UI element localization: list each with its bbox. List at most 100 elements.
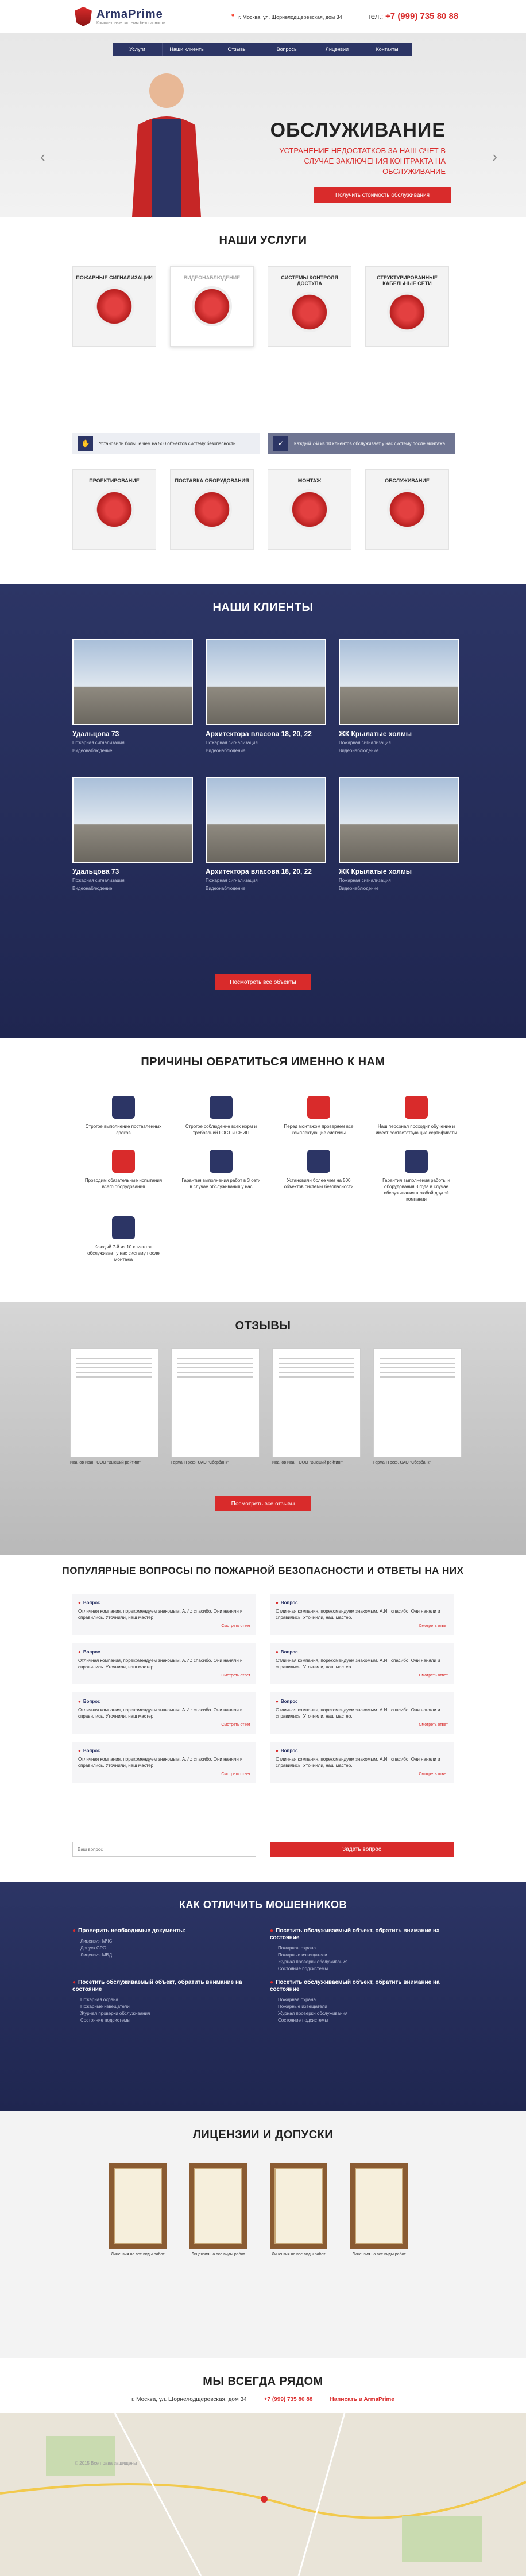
service-card[interactable]: ПОЖАРНЫЕ СИГНАЛИЗАЦИИ bbox=[72, 266, 156, 347]
service-card[interactable]: ПРОЕКТИРОВАНИЕ bbox=[72, 469, 156, 550]
licenses-row: Лицензия на все виды работ Лицензия на в… bbox=[109, 2163, 408, 2256]
review-document bbox=[373, 1348, 462, 1457]
question-input[interactable] bbox=[72, 1842, 256, 1857]
clients-grid: Удальцова 73 Пожарная сигнализация Видеона… bbox=[72, 639, 459, 909]
contacts-title: МЫ ВСЕГДА РЯДОМ bbox=[203, 2375, 323, 2388]
hero-title: ОБСЛУЖИВАНИЕ bbox=[270, 119, 446, 141]
hand-icon: ✋ bbox=[78, 436, 93, 451]
service-card[interactable]: ВИДЕОНАБЛЮДЕНИЕ bbox=[170, 266, 254, 347]
fraud-item: Посетить обслуживаемый объект, обратить … bbox=[270, 1928, 454, 1972]
lock-icon bbox=[289, 292, 330, 332]
reviews-row: Иванов Иван, ООО "Высший рейтинг" Герман… bbox=[70, 1348, 462, 1465]
review-card[interactable]: Герман Греф, ОАО "Сбербанк" bbox=[373, 1348, 462, 1465]
service-card[interactable]: МОНТАЖ bbox=[268, 469, 351, 550]
nav-reviews[interactable]: Отзывы bbox=[212, 43, 262, 56]
location-pin-icon: 📍 bbox=[230, 14, 237, 20]
hero-cta-button[interactable]: Получить стоимость обслуживания bbox=[314, 187, 451, 203]
reason-item: Проводим обязательные испытания всего об… bbox=[75, 1150, 172, 1203]
contact-bar: г. Москва, ул. Щорнелодщеревская, дом 34… bbox=[0, 2392, 526, 2406]
reason-item: Гарантия выполнения работ в 3 сети в слу… bbox=[172, 1150, 270, 1203]
ask-question-button[interactable]: Задать вопрос bbox=[270, 1842, 454, 1857]
header-phone[interactable]: тел.: +7 (999) 735 80 88 bbox=[368, 11, 458, 21]
reason-item: Гарантия выполнения работы и оборудовани… bbox=[368, 1150, 465, 1203]
faq-item[interactable]: ВопросОтличная компания, порекомендуем з… bbox=[72, 1692, 256, 1734]
building-image bbox=[206, 777, 326, 863]
nav-questions[interactable]: Вопросы bbox=[262, 43, 312, 56]
review-card[interactable]: Герман Греф, ОАО "Сбербанк" bbox=[171, 1348, 260, 1465]
client-card[interactable]: Архитектора власова 18, 20, 22 Пожарная с… bbox=[206, 777, 326, 909]
faq-title: ПОПУЛЯРНЫЕ ВОПРОСЫ ПО ПОЖАРНОЙ БЕЗОПАСНО… bbox=[62, 1565, 464, 1576]
next-slide-icon[interactable]: › bbox=[492, 148, 497, 166]
faq-item[interactable]: ВопросОтличная компания, порекомендуем з… bbox=[72, 1594, 256, 1635]
building-image bbox=[206, 639, 326, 725]
license-frame bbox=[189, 2163, 247, 2249]
fraud-item: Проверить необходимые документы:Лицензия… bbox=[72, 1928, 256, 1972]
extinguisher-icon bbox=[192, 489, 232, 530]
review-card[interactable]: Иванов Иван, ООО "Высший рейтинг" bbox=[272, 1348, 361, 1465]
client-card[interactable]: Удальцова 73 Пожарная сигнализация Видеона… bbox=[72, 639, 193, 771]
footer: © 2015 Все права защищены bbox=[75, 2460, 137, 2466]
faq-grid: ВопросОтличная компания, порекомендуем з… bbox=[72, 1594, 454, 1783]
all-reviews-button[interactable]: Посмотреть все отзывы bbox=[215, 1496, 311, 1511]
map-pin-icon bbox=[261, 2496, 268, 2503]
faq-item[interactable]: ВопросОтличная компания, порекомендуем з… bbox=[270, 1594, 454, 1635]
reason-item: Установили более чем на 500 объектов сис… bbox=[270, 1150, 368, 1203]
services-row-1: ПОЖАРНЫЕ СИГНАЛИЗАЦИИ ВИДЕОНАБЛЮДЕНИЕ СИ… bbox=[72, 266, 449, 347]
building-image bbox=[72, 639, 193, 725]
service-card[interactable]: СТРУКТУРИРОВАННЫЕ КАБЕЛЬНЫЕ СЕТИ bbox=[365, 266, 449, 347]
service-card[interactable]: СИСТЕМЫ КОНТРОЛЯ ДОСТУПА bbox=[268, 266, 351, 347]
reviews-title: ОТЗЫВЫ bbox=[235, 1320, 291, 1332]
license-card[interactable]: Лицензия на все виды работ bbox=[189, 2163, 247, 2256]
faq-item[interactable]: ВопросОтличная компания, порекомендуем з… bbox=[72, 1643, 256, 1684]
reviews-section: ОТЗЫВЫ Иванов Иван, ООО "Высший рейтинг"… bbox=[0, 1302, 526, 1555]
license-card[interactable]: Лицензия на все виды работ bbox=[350, 2163, 408, 2256]
building-image bbox=[339, 639, 459, 725]
contact-phone[interactable]: +7 (999) 735 80 88 bbox=[264, 2396, 313, 2403]
license-card[interactable]: Лицензия на все виды работ bbox=[109, 2163, 167, 2256]
licenses-section: ЛИЦЕНЗИИ И ДОПУСКИ Лицензия на все виды … bbox=[0, 2111, 526, 2358]
fraud-item: Посетить обслуживаемый объект, обратить … bbox=[270, 1979, 454, 2024]
client-card[interactable]: Архитектора власова 18, 20, 22 Пожарная с… bbox=[206, 639, 326, 771]
faq-item[interactable]: ВопросОтличная компания, порекомендуем з… bbox=[270, 1643, 454, 1684]
shield-check-icon: ✓ bbox=[273, 436, 288, 451]
faq-item[interactable]: ВопросОтличная компания, порекомендуем з… bbox=[270, 1692, 454, 1734]
review-document bbox=[272, 1348, 361, 1457]
certificate-icon bbox=[405, 1096, 428, 1119]
faq-item[interactable]: ВопросОтличная компания, порекомендуем з… bbox=[72, 1742, 256, 1783]
services-title: НАШИ УСЛУГИ bbox=[219, 234, 307, 247]
faq-section: ПОПУЛЯРНЫЕ ВОПРОСЫ ПО ПОЖАРНОЙ БЕЗОПАСНО… bbox=[0, 1555, 526, 1882]
review-card[interactable]: Иванов Иван, ООО "Высший рейтинг" bbox=[70, 1348, 158, 1465]
nav-services[interactable]: Услуги bbox=[113, 43, 163, 56]
all-objects-button[interactable]: Посмотреть все объекты bbox=[215, 974, 311, 990]
map[interactable] bbox=[0, 2413, 526, 2576]
clipboard-icon bbox=[405, 1150, 428, 1173]
header: ArmaPrime Комплексные системы безопаснос… bbox=[0, 0, 526, 33]
licenses-title: ЛИЦЕНЗИИ И ДОПУСКИ bbox=[192, 2128, 334, 2141]
prev-slide-icon[interactable]: ‹ bbox=[40, 148, 45, 166]
service-card[interactable]: ОБСЛУЖИВАНИЕ bbox=[365, 469, 449, 550]
handshake-icon bbox=[112, 1216, 135, 1239]
document-icon bbox=[210, 1150, 233, 1173]
info-box: ✋ Установили больше чем на 500 объектов с… bbox=[72, 433, 260, 454]
write-link[interactable]: Написать в ArmaPrime bbox=[330, 2396, 394, 2403]
fraud-grid: Проверить необходимые документы:Лицензия… bbox=[72, 1928, 454, 2024]
client-card[interactable]: ЖК Крылатые холмы Пожарная сигнализация Ви… bbox=[339, 639, 459, 771]
license-card[interactable]: Лицензия на все виды работ bbox=[270, 2163, 327, 2256]
nav-contacts[interactable]: Контакты bbox=[362, 43, 412, 56]
client-card[interactable]: ЖК Крылатые холмы Пожарная сигнализация Ви… bbox=[339, 777, 459, 909]
fraud-item: Посетить обслуживаемый объект, обратить … bbox=[72, 1979, 256, 2024]
cable-icon bbox=[387, 292, 427, 332]
license-frame bbox=[109, 2163, 167, 2249]
faq-item[interactable]: ВопросОтличная компания, порекомендуем з… bbox=[270, 1742, 454, 1783]
nav-licenses[interactable]: Лицензии bbox=[312, 43, 362, 56]
drill-icon bbox=[289, 489, 330, 530]
pencil-icon bbox=[94, 489, 134, 530]
service-card[interactable]: ПОСТАВКА ОБОРУДОВАНИЯ bbox=[170, 469, 254, 550]
services-section: НАШИ УСЛУГИ ПОЖАРНЫЕ СИГНАЛИЗАЦИИ ВИДЕОН… bbox=[0, 217, 526, 584]
reason-item: Строгое выполнение поставленных сроков bbox=[75, 1096, 172, 1136]
client-card[interactable]: Удальцова 73 Пожарная сигнализация Видеона… bbox=[72, 777, 193, 909]
nav-clients[interactable]: Наши клиенты bbox=[163, 43, 212, 56]
building-image bbox=[339, 777, 459, 863]
reason-item: Наш персонал проходит обучение и имеет с… bbox=[368, 1096, 465, 1136]
logo[interactable]: ArmaPrime Комплексные системы безопаснос… bbox=[75, 7, 165, 26]
